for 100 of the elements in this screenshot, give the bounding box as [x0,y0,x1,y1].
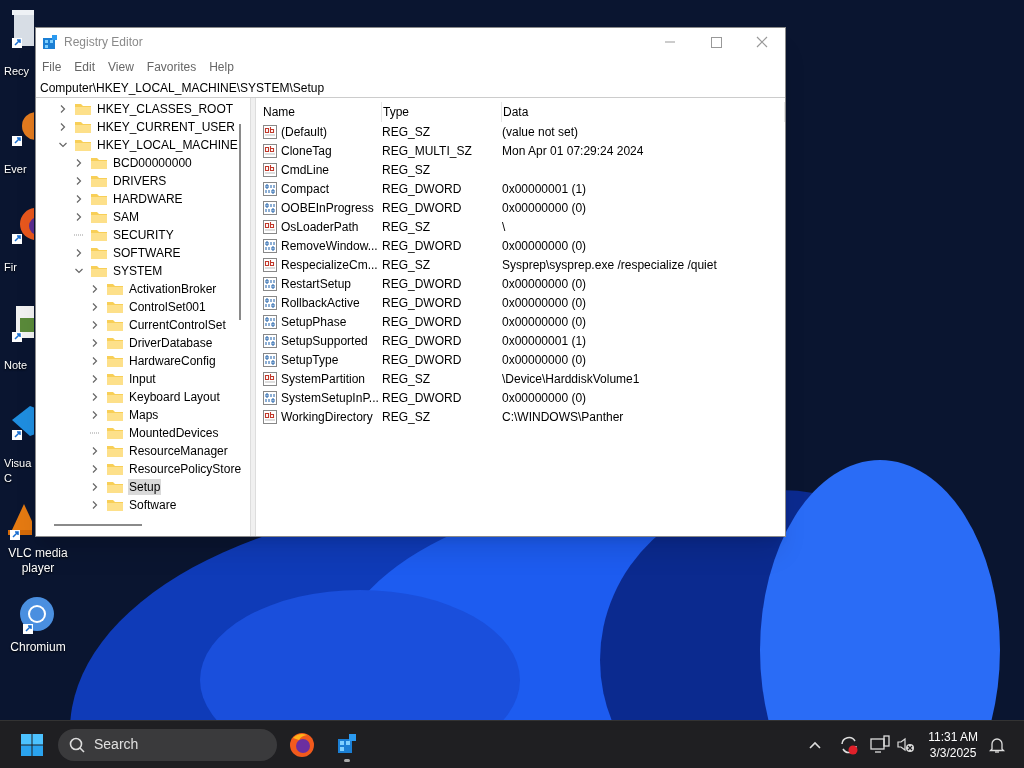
desktop-icon-label[interactable]: Fir [4,260,17,275]
search-field[interactable]: Search [58,728,277,761]
value-name[interactable]: SystemPartition [281,369,366,388]
value-name[interactable]: Compact [281,179,330,198]
tree-item[interactable]: ControlSet001 [128,299,207,315]
value-type: REG_SZ [382,408,431,426]
network-monitor-icon[interactable] [870,734,891,755]
value-name[interactable]: SetupSupported [281,331,368,350]
desktop-icon-label[interactable]: Chromium [10,640,66,655]
scrollbar-thumb[interactable] [239,124,241,320]
menu-item[interactable]: View [106,58,136,76]
value-name[interactable]: RollbackActive [281,293,360,312]
column-header[interactable]: Data [502,102,785,122]
chevron-right-icon[interactable] [90,392,100,402]
desktop-icon-label[interactable]: VLC media player [8,546,68,576]
tree-item[interactable]: ResourceManager [128,443,229,459]
value-data: Mon Apr 01 07:29:24 2024 [502,142,644,160]
binary-value-icon [262,180,278,197]
value-name[interactable]: RestartSetup [281,274,352,293]
column-header[interactable]: Name [262,102,382,122]
chevron-up-icon[interactable] [808,739,823,750]
chevron-right-icon[interactable] [74,212,84,222]
value-name[interactable]: RemoveWindow... [281,236,378,255]
value-name[interactable]: (Default) [281,122,327,141]
tree-item[interactable]: DriverDatabase [128,335,214,351]
bell-icon[interactable] [988,735,1006,754]
value-name[interactable]: CmdLine [281,160,330,179]
chevron-right-icon[interactable] [90,356,100,366]
windows-start-icon[interactable] [20,732,44,757]
value-name[interactable]: OOBEInProgress [281,198,374,217]
clock-date[interactable]: 3/3/2025 [929,744,977,761]
tree-item[interactable]: HARDWARE [112,191,184,207]
value-name[interactable]: SetupPhase [281,312,347,331]
chevron-right-icon[interactable] [90,500,100,510]
menu-item[interactable]: File [40,58,64,76]
string-value-icon [262,256,278,273]
chevron-right-icon[interactable] [90,464,100,474]
tree-item[interactable]: CurrentControlSet [128,317,227,333]
tree-item[interactable]: SAM [112,209,140,225]
value-name[interactable]: CloneTag [281,141,332,160]
chevron-right-icon[interactable] [74,248,84,258]
chevron-right-icon[interactable] [90,284,100,294]
desktop-icon-label[interactable]: Recy [4,64,30,79]
tree-item[interactable]: Keyboard Layout [128,389,221,405]
binary-value-icon [262,389,278,406]
value-data: 0x00000001 (1) [502,332,587,350]
clock-time[interactable]: 11:31 AM [928,728,978,745]
chevron-right-icon[interactable] [90,338,100,348]
tree-item[interactable]: ActivationBroker [128,281,218,297]
chevron-right-icon[interactable] [90,302,100,312]
chevron-right-icon[interactable] [90,410,100,420]
tree-item[interactable]: HardwareConfig [128,353,217,369]
value-type: REG_SZ [382,256,431,274]
tree-item[interactable]: DRIVERS [112,173,168,189]
value-name[interactable]: WorkingDirectory [281,407,373,426]
chevron-down-icon[interactable] [58,140,68,150]
value-data: Sysprep\sysprep.exe /respecialize /quiet [502,256,717,274]
tree-item[interactable]: Maps [128,407,160,423]
tree-item[interactable]: Input [128,371,157,387]
desktop-icon-label[interactable]: Ever [4,162,27,177]
registry-cubes-icon[interactable] [335,732,359,763]
value-name[interactable]: RespecializeCm... [281,255,378,274]
tree-item[interactable]: Setup [128,479,162,495]
chevron-right-icon[interactable] [90,320,100,330]
folder-icon [106,390,124,404]
value-name[interactable]: OsLoaderPath [281,217,359,236]
window-title: Registry Editor [64,34,143,51]
chevron-down-icon[interactable] [74,266,84,276]
tree-item[interactable]: Software [128,497,178,513]
chevron-right-icon[interactable] [90,374,100,384]
folder-icon [106,336,124,350]
tree-item[interactable]: HKEY_LOCAL_MACHINE [96,137,239,153]
chevron-right-icon[interactable] [74,176,84,186]
string-value-icon [262,142,278,159]
desktop-icon-label[interactable]: Note [4,358,28,373]
column-header[interactable]: Type [382,102,502,122]
tree-item[interactable]: HKEY_CLASSES_ROOT [96,101,235,117]
value-name[interactable]: SystemSetupInP... [281,388,379,407]
value-name[interactable]: SetupType [281,350,339,369]
tree-item[interactable]: SYSTEM [112,263,164,279]
tree-item[interactable]: SOFTWARE [112,245,182,261]
tree-item[interactable]: BCD00000000 [112,155,193,171]
chevron-right-icon[interactable] [58,104,68,114]
fox-browser-icon[interactable] [289,731,315,758]
chevron-right-icon[interactable] [74,194,84,204]
menu-item[interactable]: Favorites [144,58,199,76]
menu-item[interactable]: Edit [72,58,98,76]
desktop-icon-label[interactable]: Visua C [4,456,32,486]
menu-item[interactable]: Help [207,58,236,76]
chevron-right-icon[interactable] [90,482,100,492]
chevron-right-icon[interactable] [90,446,100,456]
chevron-right-icon[interactable] [58,122,68,132]
value-data: \Device\HarddiskVolume1 [502,370,640,388]
tree-item[interactable]: HKEY_CURRENT_USER [96,119,237,135]
value-type: REG_SZ [382,161,431,179]
tree-item[interactable]: SECURITY [112,227,175,243]
scrollbar-thumb[interactable] [54,524,142,526]
tree-item[interactable]: ResourcePolicyStore [128,461,243,477]
chevron-right-icon[interactable] [74,158,84,168]
tree-item[interactable]: MountedDevices [128,425,220,441]
